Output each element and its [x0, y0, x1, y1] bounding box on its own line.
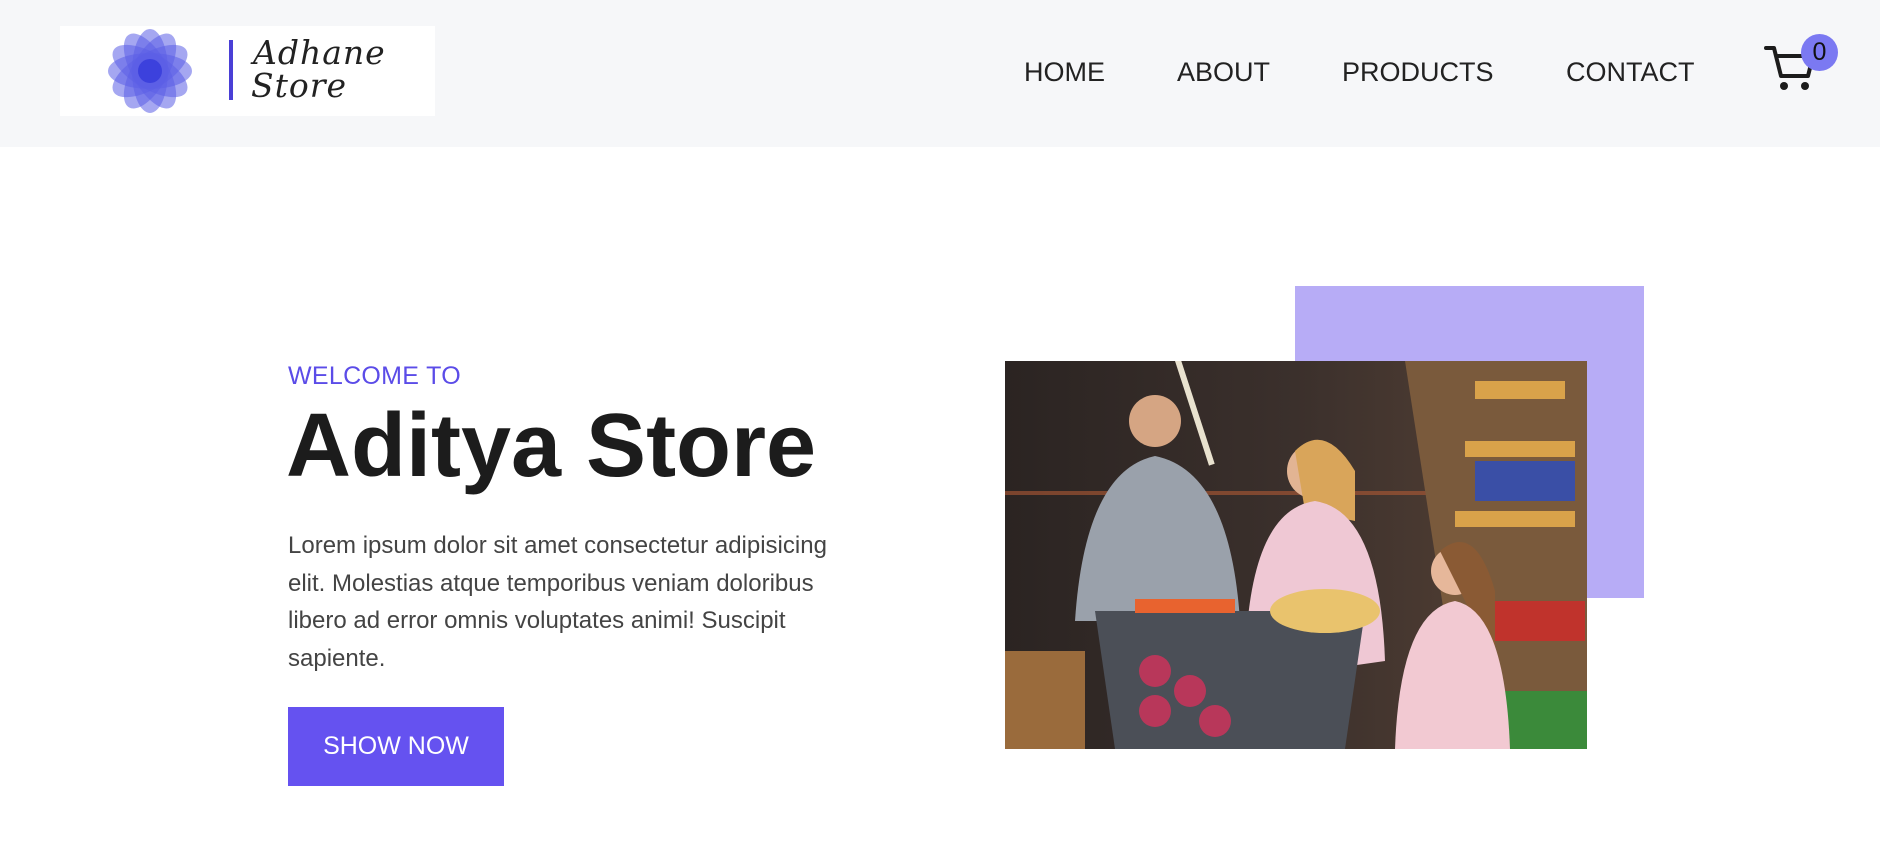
- nav-home-link[interactable]: HOME: [1024, 52, 1105, 92]
- lotus-flower-icon: [108, 29, 192, 113]
- show-now-button[interactable]: SHOW NOW: [288, 707, 504, 786]
- site-header: Adhane Store HOME ABOUT PRODUCTS CONTACT…: [0, 0, 1880, 147]
- hero-image: [1005, 361, 1587, 749]
- nav-products-link[interactable]: PRODUCTS: [1342, 52, 1494, 92]
- store-logo[interactable]: Adhane Store: [60, 26, 435, 116]
- nav-contact-link[interactable]: CONTACT: [1566, 52, 1695, 92]
- hero-description: Lorem ipsum dolor sit amet consectetur a…: [288, 532, 827, 672]
- cart-count-badge: 0: [1801, 34, 1838, 71]
- cart-button[interactable]: 0: [1764, 34, 1838, 94]
- nav-about-link[interactable]: ABOUT: [1177, 52, 1270, 92]
- logo-wordmark: Adhane Store: [251, 33, 386, 105]
- logo-divider: [229, 40, 233, 100]
- hero-eyebrow: WELCOME TO: [288, 362, 461, 390]
- hero-title: Aditya Store: [286, 396, 817, 496]
